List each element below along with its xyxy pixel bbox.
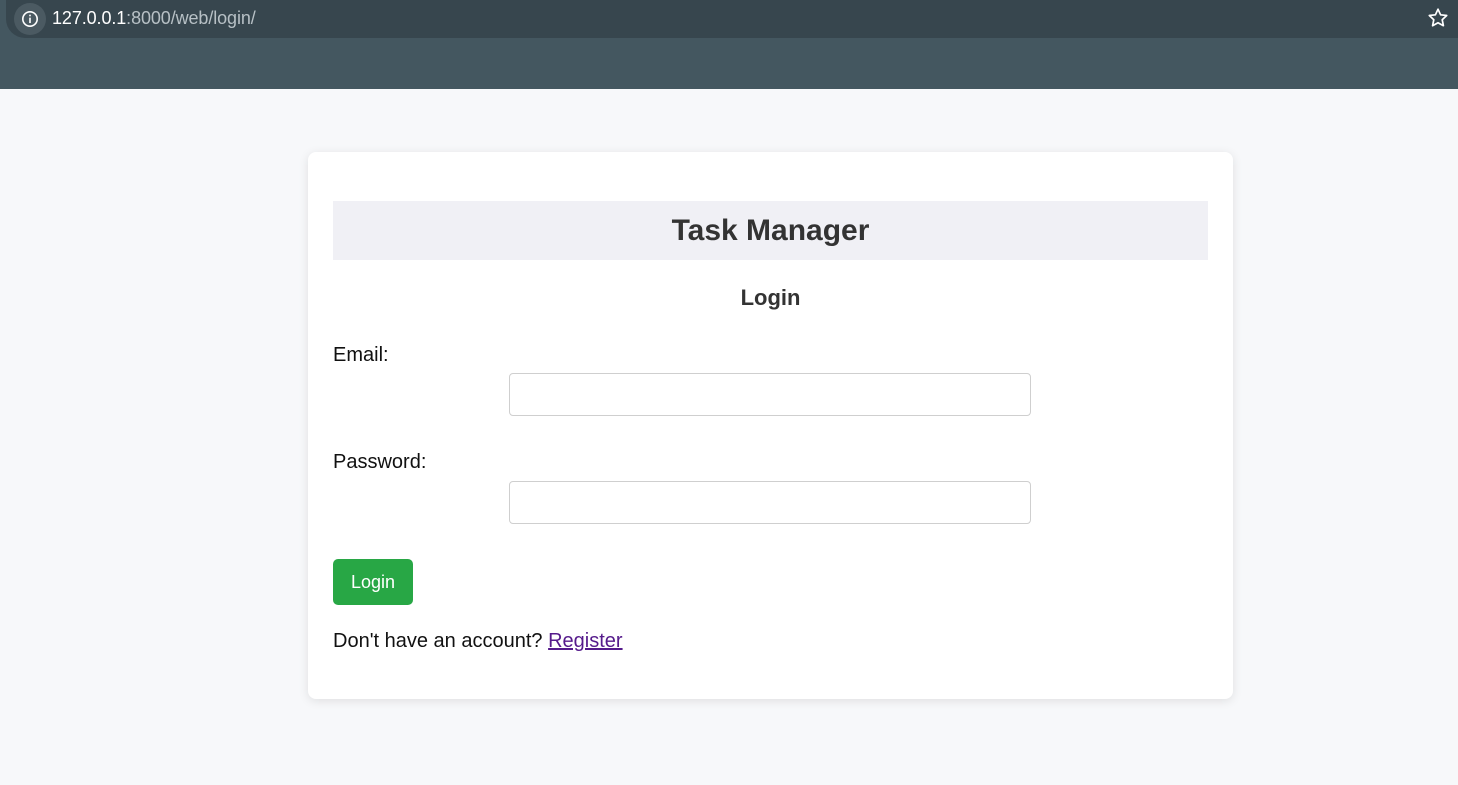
info-icon[interactable] (14, 3, 46, 35)
address-bar[interactable]: 127.0.0.1:8000/web/login/ (6, 0, 1458, 38)
password-label: Password: (333, 451, 427, 473)
star-icon[interactable] (1426, 6, 1450, 30)
url-path: :8000/web/login/ (126, 8, 256, 28)
register-link[interactable]: Register (548, 630, 622, 652)
form-title: Login (740, 285, 801, 310)
login-card: Task Manager Login Email: Password: Logi… (308, 152, 1233, 699)
url-host: 127.0.0.1 (52, 8, 127, 28)
email-field[interactable] (509, 373, 1031, 416)
app-title: Task Manager (671, 213, 870, 247)
login-button[interactable]: Login (333, 559, 413, 605)
email-label: Email: (333, 344, 389, 366)
register-prompt: Don't have an account? Register (333, 629, 623, 653)
browser-toolbar: 127.0.0.1:8000/web/login/ (0, 0, 1458, 89)
password-field[interactable] (509, 481, 1031, 524)
url-text[interactable]: 127.0.0.1:8000/web/login/ (52, 7, 256, 29)
register-prompt-text: Don't have an account? (333, 630, 543, 652)
app-header: Task Manager (333, 201, 1208, 260)
